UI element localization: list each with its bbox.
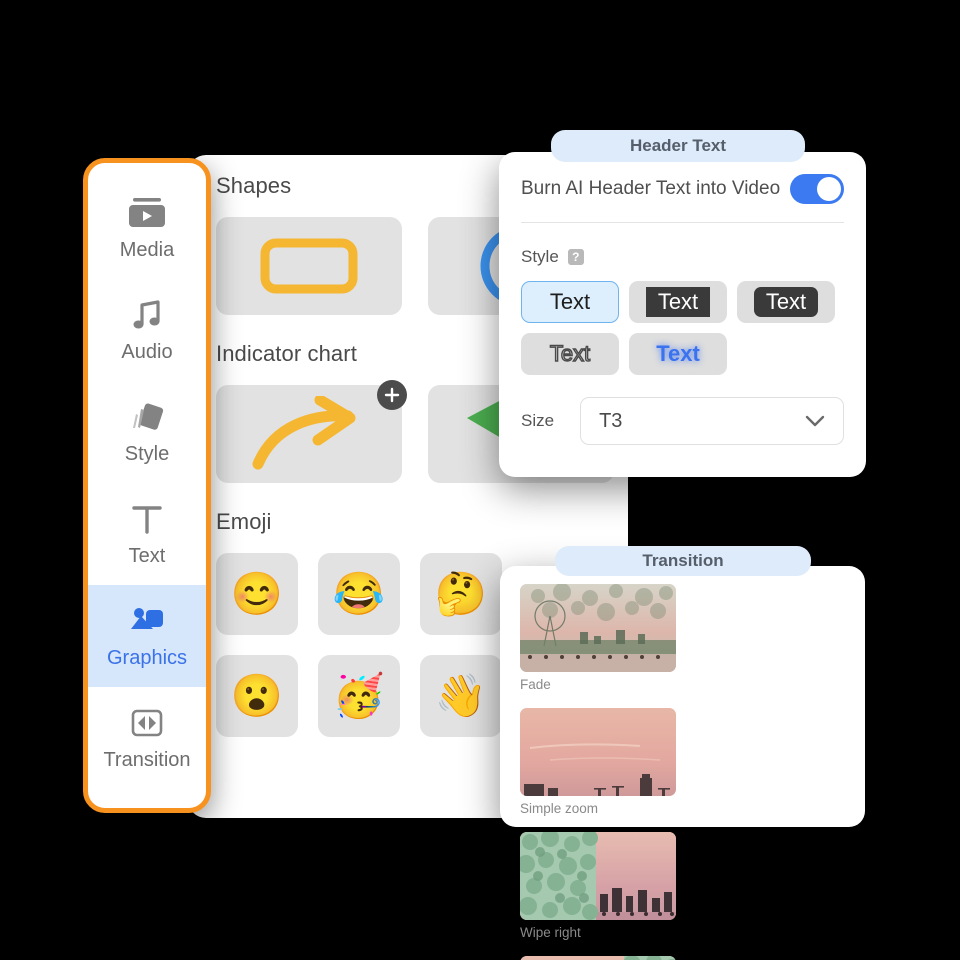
sidebar-item-style[interactable]: Style (88, 381, 206, 483)
graphics-image-icon (129, 602, 165, 640)
chevron-down-icon (805, 415, 825, 426)
style-chip-glow-blue[interactable]: Text (629, 333, 727, 375)
style-chip-box-square[interactable]: Text (629, 281, 727, 323)
sidebar-item-label: Style (124, 443, 170, 465)
transition-item-wipe-right[interactable]: Wipe right (520, 832, 676, 940)
thinking-face-emoji-tile[interactable]: 🤔 (420, 553, 502, 635)
waving-hand-emoji: 👋 (434, 672, 488, 719)
transition-label: Fade (520, 677, 551, 692)
transition-thumbnail (520, 832, 676, 920)
style-chip-plain[interactable]: Text (521, 281, 619, 323)
sidebar-item-audio[interactable]: Audio (88, 279, 206, 381)
style-cards-icon (129, 398, 165, 436)
style-chip-label: Text (549, 340, 591, 366)
shape-rounded-rectangle-tile[interactable] (216, 217, 402, 315)
smiling-face-emoji-tile[interactable]: 😊 (216, 553, 298, 635)
sidebar-item-transition[interactable]: Transition (88, 687, 206, 789)
pink-sunset-skyline-thumb (520, 708, 676, 796)
text-t-icon (130, 500, 164, 538)
size-row: Size T3 (521, 397, 844, 445)
header-text-panel-title: Header Text (551, 130, 805, 162)
transition-thumbnail (520, 708, 676, 796)
transition-thumbnail (520, 584, 676, 672)
help-icon[interactable]: ? (567, 249, 584, 265)
divider (521, 222, 844, 223)
sidebar-item-label: Text (128, 545, 166, 567)
sidebar-item-label: Audio (121, 341, 173, 363)
partying-face-emoji: 🥳 (332, 672, 386, 719)
sidebar-item-text[interactable]: Text (88, 483, 206, 585)
app-screenshot: Shapes Indicator chart Emoji 😊 😂 🤔 😮 🥳 👋… (0, 0, 960, 960)
transition-item-wipe-left[interactable]: Wipe left (520, 956, 676, 960)
transition-panel-title: Transition (555, 546, 811, 576)
sidebar-item-graphics[interactable]: Graphics (88, 585, 206, 687)
style-label: Style (521, 247, 559, 266)
style-chip-box-rounded[interactable]: Text (737, 281, 835, 323)
smiling-face-emoji: 😊 (230, 570, 284, 617)
transition-panel: Fade Simple zoom Wipe right (500, 566, 865, 960)
tears-of-joy-emoji-tile[interactable]: 😂 (318, 553, 400, 635)
style-label-row: Style ? (521, 247, 844, 267)
transition-label: Wipe right (520, 925, 581, 940)
audio-note-icon (130, 296, 164, 334)
style-chip-label: Text (645, 287, 711, 317)
size-label: Size (521, 411, 555, 430)
transition-icon (130, 704, 164, 742)
media-icon (127, 194, 167, 232)
green-foliage-left-sunset-right-thumb (520, 832, 676, 920)
style-chip-label: Text (549, 289, 591, 314)
thinking-face-emoji: 🤔 (434, 570, 488, 617)
transition-grid: Fade Simple zoom Wipe right (520, 584, 845, 960)
ferris-wheel-skyline-faded-thumb (520, 584, 676, 672)
burn-header-text-row: Burn AI Header Text into Video (521, 174, 844, 222)
burn-header-text-label: Burn AI Header Text into Video (521, 178, 781, 199)
toggle-knob (817, 177, 841, 201)
editor-sidebar: Media Audio Style Text Graphics Transiti… (83, 158, 211, 813)
curved-arrow-right-icon (252, 396, 356, 470)
partying-face-emoji-tile[interactable]: 🥳 (318, 655, 400, 737)
burn-header-text-toggle[interactable] (790, 174, 844, 204)
transition-label: Simple zoom (520, 801, 599, 816)
style-chip-label: Text (753, 287, 819, 317)
size-select-value: T3 (599, 409, 623, 432)
indicator-curved-arrow-right-tile[interactable] (216, 380, 407, 483)
tears-of-joy-emoji: 😂 (332, 570, 386, 617)
rounded-rectangle-shape-icon (260, 238, 358, 294)
size-select[interactable]: T3 (580, 397, 844, 445)
sidebar-item-label: Media (119, 239, 175, 261)
sidebar-item-label: Graphics (106, 647, 188, 669)
style-chip-label: Text (656, 341, 700, 366)
waving-hand-emoji-tile[interactable]: 👋 (420, 655, 502, 737)
open-mouth-emoji: 😮 (230, 672, 284, 719)
sidebar-item-media[interactable]: Media (88, 177, 206, 279)
header-text-panel: Burn AI Header Text into Video Style ? T… (499, 152, 866, 477)
plus-icon (384, 387, 400, 403)
sunset-left-green-foliage-right-thumb (520, 956, 676, 960)
style-chip-outline[interactable]: Text (521, 333, 619, 375)
open-mouth-emoji-tile[interactable]: 😮 (216, 655, 298, 737)
transition-item-fade[interactable]: Fade (520, 584, 676, 692)
transition-item-simple-zoom[interactable]: Simple zoom (520, 708, 676, 816)
transition-thumbnail (520, 956, 676, 960)
style-chip-group: Text Text Text Text Text (521, 281, 844, 375)
section-title-emoji: Emoji (216, 509, 272, 534)
sidebar-item-label: Transition (103, 749, 191, 771)
add-indicator-button[interactable] (377, 380, 407, 410)
